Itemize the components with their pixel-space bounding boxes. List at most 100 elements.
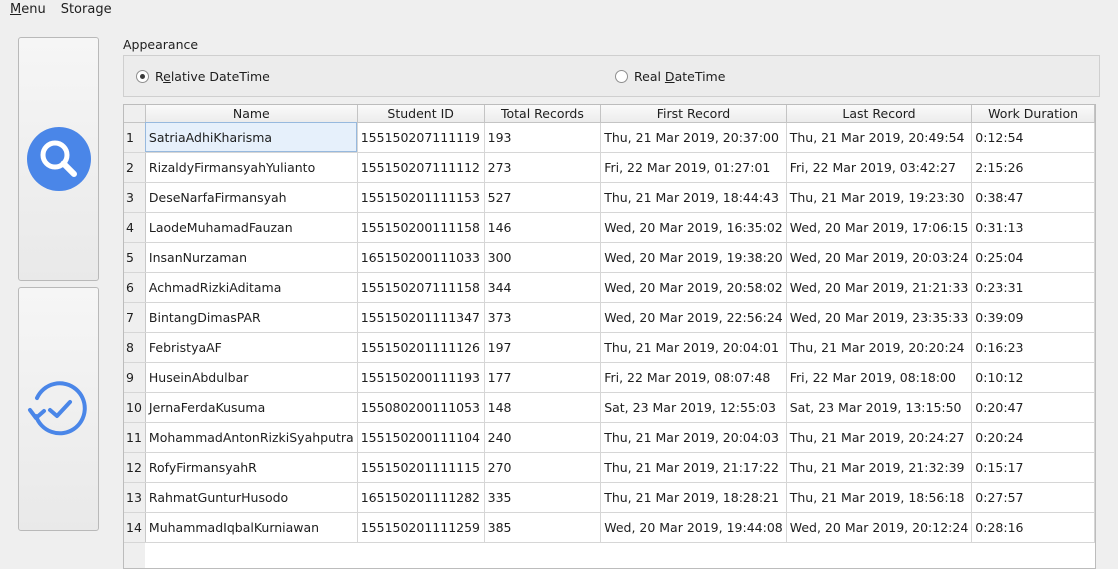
- last-record-cell[interactable]: Fri, 22 Mar 2019, 08:18:00: [786, 362, 973, 393]
- name-cell[interactable]: BintangDimasPAR: [145, 302, 358, 333]
- total-records-cell[interactable]: 385: [484, 512, 602, 543]
- first-record-cell[interactable]: Wed, 20 Mar 2019, 19:38:20: [600, 242, 787, 273]
- column-header-first-record[interactable]: First Record: [600, 105, 787, 123]
- name-cell[interactable]: DeseNarfaFirmansyah: [145, 182, 358, 213]
- student-id-cell[interactable]: 155150201111126: [357, 332, 485, 363]
- last-record-cell[interactable]: Thu, 21 Mar 2019, 20:49:54: [786, 122, 973, 153]
- table-row[interactable]: 7 BintangDimasPAR 155150201111347 373 Wed, 2…: [124, 302, 1095, 333]
- name-cell[interactable]: RofyFirmansyahR: [145, 452, 358, 483]
- student-id-cell[interactable]: 155150200111104: [357, 422, 485, 453]
- total-records-cell[interactable]: 177: [484, 362, 602, 393]
- last-record-cell[interactable]: Thu, 21 Mar 2019, 19:23:30: [786, 182, 973, 213]
- table-row[interactable]: 11 MohammadAntonRizkiSyahputra 15515020011…: [124, 422, 1095, 453]
- work-duration-cell[interactable]: 0:12:54: [971, 122, 1095, 153]
- table-row[interactable]: 3 DeseNarfaFirmansyah 155150201111153 527 Th…: [124, 182, 1095, 213]
- column-header-name[interactable]: Name: [145, 105, 358, 123]
- table-row[interactable]: 4 LaodeMuhamadFauzan 155150200111158 146 Wed…: [124, 212, 1095, 243]
- table-row[interactable]: 2 RizaldyFirmansyahYulianto 15515020711111…: [124, 152, 1095, 183]
- name-cell[interactable]: LaodeMuhamadFauzan: [145, 212, 358, 243]
- name-cell[interactable]: JernaFerdaKusuma: [145, 392, 358, 423]
- name-cell[interactable]: RizaldyFirmansyahYulianto: [145, 152, 358, 183]
- last-record-cell[interactable]: Fri, 22 Mar 2019, 03:42:27: [786, 152, 973, 183]
- student-id-cell[interactable]: 155150201111153: [357, 182, 485, 213]
- menu-storage[interactable]: Storage: [61, 2, 112, 17]
- first-record-cell[interactable]: Fri, 22 Mar 2019, 01:27:01: [600, 152, 787, 183]
- student-id-cell[interactable]: 165150200111033: [357, 242, 485, 273]
- total-records-cell[interactable]: 344: [484, 272, 602, 303]
- work-duration-cell[interactable]: 0:38:47: [971, 182, 1095, 213]
- work-duration-cell[interactable]: 0:23:31: [971, 272, 1095, 303]
- last-record-cell[interactable]: Wed, 20 Mar 2019, 23:35:33: [786, 302, 973, 333]
- total-records-cell[interactable]: 527: [484, 182, 602, 213]
- table-row[interactable]: 5 InsanNurzaman 165150200111033 300 Wed, 20 …: [124, 242, 1095, 273]
- student-id-cell[interactable]: 155150201111115: [357, 452, 485, 483]
- student-id-cell[interactable]: 155150201111347: [357, 302, 485, 333]
- work-duration-cell[interactable]: 0:25:04: [971, 242, 1095, 273]
- work-duration-cell[interactable]: 2:15:26: [971, 152, 1095, 183]
- last-record-cell[interactable]: Thu, 21 Mar 2019, 18:56:18: [786, 482, 973, 513]
- last-record-cell[interactable]: Thu, 21 Mar 2019, 20:20:24: [786, 332, 973, 363]
- first-record-cell[interactable]: Sat, 23 Mar 2019, 12:55:03: [600, 392, 787, 423]
- total-records-cell[interactable]: 270: [484, 452, 602, 483]
- search-button[interactable]: [18, 37, 99, 281]
- total-records-cell[interactable]: 335: [484, 482, 602, 513]
- work-duration-cell[interactable]: 0:10:12: [971, 362, 1095, 393]
- total-records-cell[interactable]: 373: [484, 302, 602, 333]
- column-header-work-duration[interactable]: Work Duration: [971, 105, 1095, 123]
- table-row[interactable]: 6 AchmadRizkiAditama 155150207111158 344 Wed…: [124, 272, 1095, 303]
- menu-menu[interactable]: Menu: [10, 2, 46, 17]
- first-record-cell[interactable]: Wed, 20 Mar 2019, 20:58:02: [600, 272, 787, 303]
- student-id-cell[interactable]: 155080200111053: [357, 392, 485, 423]
- first-record-cell[interactable]: Thu, 21 Mar 2019, 20:04:03: [600, 422, 787, 453]
- last-record-cell[interactable]: Sat, 23 Mar 2019, 13:15:50: [786, 392, 973, 423]
- first-record-cell[interactable]: Thu, 21 Mar 2019, 18:28:21: [600, 482, 787, 513]
- first-record-cell[interactable]: Fri, 22 Mar 2019, 08:07:48: [600, 362, 787, 393]
- name-cell[interactable]: RahmatGunturHusodo: [145, 482, 358, 513]
- total-records-cell[interactable]: 193: [484, 122, 602, 153]
- table-row[interactable]: 8 FebristyaAF 155150201111126 197 Thu, 21 Ma…: [124, 332, 1095, 363]
- table-row[interactable]: 14 MuhammadIqbalKurniawan 155150201111259 3…: [124, 512, 1095, 543]
- last-record-cell[interactable]: Wed, 20 Mar 2019, 21:21:33: [786, 272, 973, 303]
- last-record-cell[interactable]: Thu, 21 Mar 2019, 21:32:39: [786, 452, 973, 483]
- total-records-cell[interactable]: 300: [484, 242, 602, 273]
- column-header-total-records[interactable]: Total Records: [484, 105, 602, 123]
- name-cell[interactable]: InsanNurzaman: [145, 242, 358, 273]
- work-duration-cell[interactable]: 0:28:16: [971, 512, 1095, 543]
- first-record-cell[interactable]: Thu, 21 Mar 2019, 20:37:00: [600, 122, 787, 153]
- table-row[interactable]: 1 SatriaAdhiKharisma 155150207111119 193 Thu…: [124, 122, 1095, 153]
- first-record-cell[interactable]: Wed, 20 Mar 2019, 19:44:08: [600, 512, 787, 543]
- student-id-cell[interactable]: 155150207111158: [357, 272, 485, 303]
- table-row[interactable]: 13 RahmatGunturHusodo 165150201111282 335 Th…: [124, 482, 1095, 513]
- work-duration-cell[interactable]: 0:39:09: [971, 302, 1095, 333]
- first-record-cell[interactable]: Thu, 21 Mar 2019, 21:17:22: [600, 452, 787, 483]
- total-records-cell[interactable]: 197: [484, 332, 602, 363]
- work-duration-cell[interactable]: 0:31:13: [971, 212, 1095, 243]
- student-id-cell[interactable]: 155150207111112: [357, 152, 485, 183]
- work-duration-cell[interactable]: 0:15:17: [971, 452, 1095, 483]
- work-duration-cell[interactable]: 0:27:57: [971, 482, 1095, 513]
- total-records-cell[interactable]: 273: [484, 152, 602, 183]
- column-header-student-id[interactable]: Student ID: [357, 105, 485, 123]
- student-id-cell[interactable]: 155150201111259: [357, 512, 485, 543]
- work-duration-cell[interactable]: 0:20:47: [971, 392, 1095, 423]
- last-record-cell[interactable]: Wed, 20 Mar 2019, 17:06:15: [786, 212, 973, 243]
- name-cell[interactable]: AchmadRizkiAditama: [145, 272, 358, 303]
- work-duration-cell[interactable]: 0:20:24: [971, 422, 1095, 453]
- table-row[interactable]: 10 JernaFerdaKusuma 155080200111053 148 Sat,…: [124, 392, 1095, 423]
- name-cell[interactable]: SatriaAdhiKharisma: [145, 122, 358, 153]
- student-id-cell[interactable]: 155150200111193: [357, 362, 485, 393]
- radio-real-datetime[interactable]: Real DateTime: [615, 69, 725, 84]
- table-row[interactable]: 9 HuseinAbdulbar 155150200111193 177 Fri, 22…: [124, 362, 1095, 393]
- first-record-cell[interactable]: Wed, 20 Mar 2019, 16:35:02: [600, 212, 787, 243]
- last-record-cell[interactable]: Wed, 20 Mar 2019, 20:12:24: [786, 512, 973, 543]
- table-row[interactable]: 12 RofyFirmansyahR 155150201111115 270 Thu, …: [124, 452, 1095, 483]
- history-button[interactable]: [18, 287, 99, 531]
- student-id-cell[interactable]: 155150200111158: [357, 212, 485, 243]
- first-record-cell[interactable]: Thu, 21 Mar 2019, 18:44:43: [600, 182, 787, 213]
- name-cell[interactable]: FebristyaAF: [145, 332, 358, 363]
- student-id-cell[interactable]: 155150207111119: [357, 122, 485, 153]
- total-records-cell[interactable]: 240: [484, 422, 602, 453]
- column-header-last-record[interactable]: Last Record: [786, 105, 973, 123]
- name-cell[interactable]: MohammadAntonRizkiSyahputra: [145, 422, 358, 453]
- total-records-cell[interactable]: 146: [484, 212, 602, 243]
